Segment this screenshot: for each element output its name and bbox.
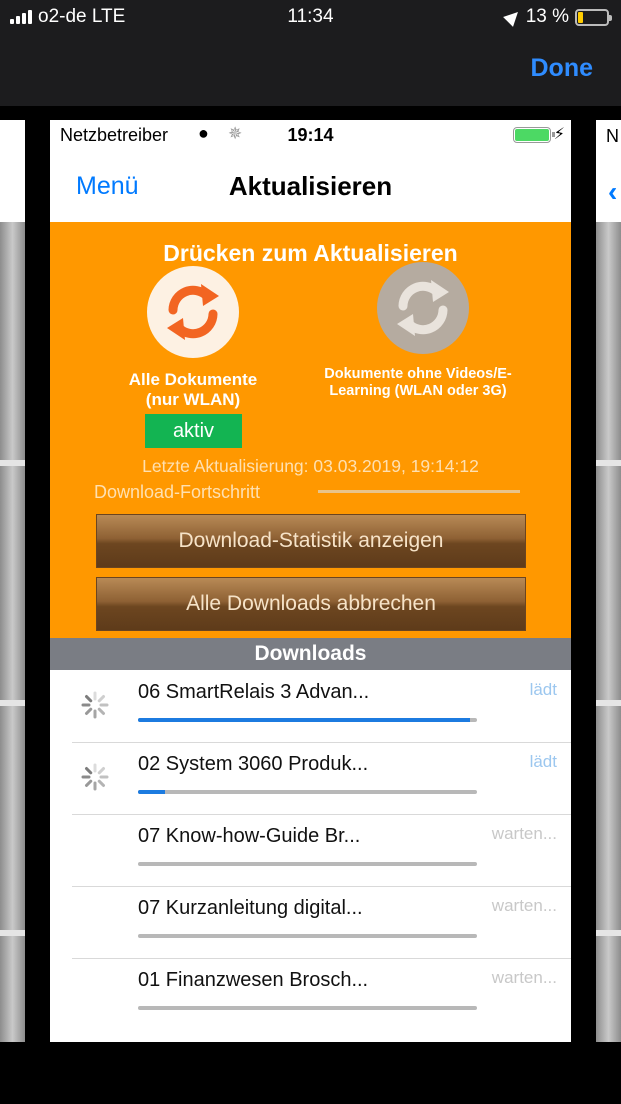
download-row[interactable]: 06 SmartRelais 3 Advan... lädt bbox=[50, 670, 571, 742]
update-panel-title: Drücken zum Aktualisieren bbox=[163, 240, 458, 266]
download-row[interactable]: 02 System 3060 Produk... lädt bbox=[50, 742, 571, 814]
inner-clock: 19:14 bbox=[287, 125, 334, 145]
previous-app-card[interactable] bbox=[0, 120, 25, 1042]
downloads-section-header: Downloads bbox=[50, 638, 571, 670]
download-row[interactable]: 07 Kurzanleitung digital... warten... bbox=[50, 886, 571, 958]
outer-status-right: 13 % bbox=[502, 6, 612, 28]
download-progress-label: Download-Fortschritt bbox=[94, 482, 261, 502]
back-chevron-icon: ‹ bbox=[608, 176, 618, 207]
inner-battery-icon bbox=[513, 127, 555, 143]
download-progress-fill bbox=[138, 790, 166, 794]
update-panel: Drücken zum Aktualisieren Alle Dokumente… bbox=[50, 222, 571, 638]
download-title: 07 Kurzanleitung digital... bbox=[138, 897, 363, 919]
active-badge: aktiv bbox=[145, 414, 242, 448]
next-app-header: N ‹ bbox=[596, 120, 621, 222]
download-status: lädt bbox=[529, 680, 557, 699]
update-no-video-button[interactable] bbox=[377, 262, 469, 354]
download-progress-bar bbox=[318, 490, 520, 493]
download-title: 06 SmartRelais 3 Advan... bbox=[138, 681, 370, 703]
download-status: lädt bbox=[529, 752, 557, 771]
option-all-label: Alle Dokumente (nur WLAN) bbox=[128, 370, 258, 410]
outer-status-bar: o2-de LTE 11:34 13 % bbox=[0, 0, 621, 34]
download-progress bbox=[138, 718, 477, 722]
download-status: warten... bbox=[491, 896, 557, 915]
download-row[interactable]: 07 Know-how-Guide Br... warten... bbox=[50, 814, 571, 886]
download-progress bbox=[138, 1006, 477, 1010]
download-stats-button[interactable]: Download-Statistik anzeigen bbox=[96, 514, 526, 568]
download-status: warten... bbox=[491, 968, 557, 987]
switcher-header: Done bbox=[0, 34, 621, 106]
inner-status-bar: Netzbetreiber ● ✵ 19:14 ⚡ bbox=[50, 120, 571, 150]
loading-spinner-icon bbox=[81, 691, 109, 719]
battery-icon bbox=[575, 8, 612, 26]
download-title: 07 Know-how-Guide Br... bbox=[138, 825, 361, 847]
download-progress bbox=[138, 790, 477, 794]
refresh-icon bbox=[397, 280, 449, 336]
navigation-bar: Menü Aktualisieren bbox=[50, 150, 571, 222]
app-card[interactable]: Netzbetreiber ● ✵ 19:14 ⚡ Menü Aktualisi… bbox=[50, 120, 571, 1042]
done-button[interactable]: Done bbox=[531, 54, 594, 83]
refresh-icon bbox=[167, 284, 219, 340]
loading-spinner-icon bbox=[81, 763, 109, 791]
download-progress bbox=[138, 934, 477, 938]
previous-app-header bbox=[0, 120, 25, 222]
cancel-downloads-button[interactable]: Alle Downloads abbrechen bbox=[96, 577, 526, 631]
download-progress bbox=[138, 862, 477, 866]
download-row[interactable]: 01 Finanzwesen Brosch... warten... bbox=[50, 958, 571, 1030]
download-list: 06 SmartRelais 3 Advan... lädt 02 System 3… bbox=[50, 670, 571, 1030]
next-app-status-text: N bbox=[606, 126, 619, 146]
download-status: warten... bbox=[491, 824, 557, 843]
update-all-button[interactable] bbox=[147, 266, 239, 358]
download-title: 02 System 3060 Produk... bbox=[138, 753, 369, 775]
last-update-text: Letzte Aktualisierung: 03.03.2019, 19:14… bbox=[142, 456, 479, 476]
download-progress-fill bbox=[138, 718, 471, 722]
next-app-card[interactable]: N ‹ bbox=[596, 120, 621, 1042]
option-no-video-label: Dokumente ohne Videos/E-Learning (WLAN o… bbox=[324, 366, 512, 400]
download-title: 01 Finanzwesen Brosch... bbox=[138, 969, 369, 991]
charging-icon: ⚡ bbox=[553, 126, 565, 143]
page-title: Aktualisieren bbox=[228, 171, 393, 201]
location-icon bbox=[502, 7, 523, 27]
battery-percent: 13 % bbox=[525, 6, 569, 27]
